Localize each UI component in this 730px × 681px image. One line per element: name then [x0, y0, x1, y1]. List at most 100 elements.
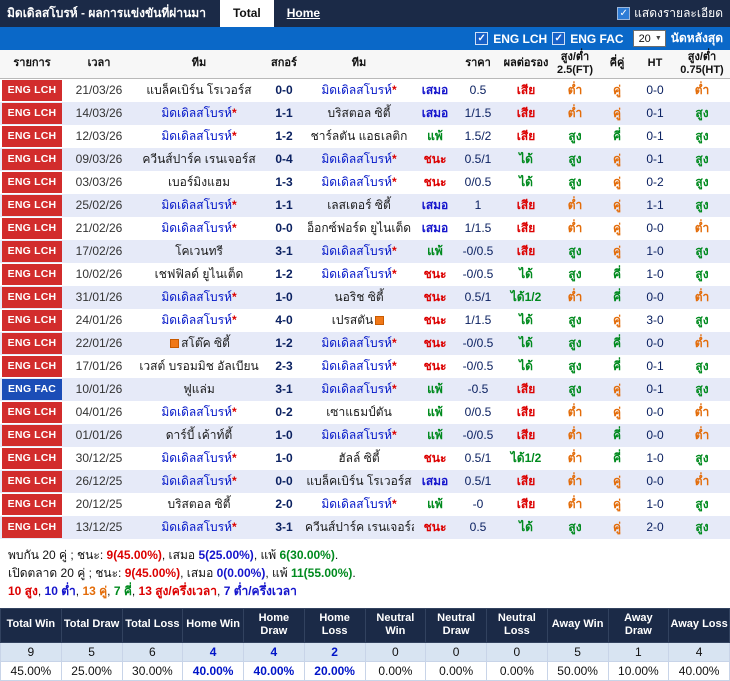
summary-part: 9(45.00%): [125, 566, 180, 580]
stats-column-header: Neutral Loss: [487, 608, 548, 643]
column-header: ผลต่อรอง: [500, 50, 552, 78]
team-name: มิดเดิลสโบรห์: [321, 175, 392, 189]
stats-percent: 20.00%: [304, 662, 365, 681]
table-row: ENG LCH20/12/25บริสตอล ซิตี้2-0มิดเดิลสโ…: [0, 493, 730, 516]
filter-eng-lch-label[interactable]: ENG LCH: [493, 32, 547, 46]
odds: -0/0.5: [456, 355, 500, 378]
score: 1-2: [264, 332, 304, 355]
ht-score: 0-1: [636, 102, 674, 125]
team-name: มิดเดิลสโบรห์: [161, 198, 232, 212]
table-row: ENG LCH17/02/26โคเวนทรี3-1มิดเดิลสโบรห์*…: [0, 240, 730, 263]
score: 1-0: [264, 286, 304, 309]
match-date: 21/02/26: [64, 217, 134, 240]
league-cell: ENG LCH: [0, 447, 64, 470]
team-name: ฮัลล์ ซิตี้: [338, 451, 379, 465]
score: 4-0: [264, 309, 304, 332]
over-under-ft: สูง: [552, 263, 598, 286]
team-name: นอริช ซิตี้: [334, 290, 383, 304]
team-name: มิดเดิลสโบรห์: [321, 152, 392, 166]
home-team: ควีนส์ปาร์ค เรนเจอร์ส: [134, 148, 264, 171]
odd-even: คี่: [598, 332, 636, 355]
checkbox-eng-fac-icon[interactable]: ✓: [552, 32, 565, 45]
league-cell: ENG LCH: [0, 470, 64, 493]
over-under-ft: ต่ำ: [552, 447, 598, 470]
ht-score: 1-0: [636, 493, 674, 516]
odd-even: คู่: [598, 240, 636, 263]
tab-total[interactable]: Total: [220, 0, 274, 27]
home-team: มิดเดิลสโบรห์*: [134, 194, 264, 217]
team-name: ชาร์ลตัน แอธเลติก: [311, 129, 408, 143]
show-details-label[interactable]: แสดงรายละเอียด: [634, 4, 723, 23]
over-under-ht: สูง: [674, 148, 730, 171]
score: 1-2: [264, 263, 304, 286]
league-badge: ENG LCH: [2, 333, 62, 354]
stats-column-header: Home Draw: [244, 608, 305, 643]
handicap-result: ได้: [500, 263, 552, 286]
stats-values-row: 956442000514: [1, 643, 730, 662]
match-date: 10/02/26: [64, 263, 134, 286]
show-details-toggle[interactable]: ✓ แสดงรายละเอียด: [617, 4, 730, 23]
summary-part: ,: [107, 584, 114, 598]
checkbox-eng-lch-icon[interactable]: ✓: [475, 32, 488, 45]
odd-even: คู่: [598, 102, 636, 125]
summary-part: พบกัน 20 คู่ ; ชนะ:: [8, 548, 107, 562]
handicap-result: ได้: [500, 355, 552, 378]
league-cell: ENG LCH: [0, 355, 64, 378]
away-team: ฮัลล์ ซิตี้: [304, 447, 414, 470]
match-result: แพ้: [414, 125, 456, 148]
away-team: ควีนส์ปาร์ค เรนเจอร์ส: [304, 516, 414, 539]
stats-percent: 40.00%: [244, 662, 305, 681]
over-under-ft: สูง: [552, 355, 598, 378]
handicap-result: ได้1/2: [500, 286, 552, 309]
over-under-ft: ต่ำ: [552, 424, 598, 447]
focus-team-star: *: [232, 198, 237, 212]
team-name: แบล็คเบิร์น โรเวอร์ส: [306, 474, 411, 488]
away-team: มิดเดิลสโบรห์*: [304, 148, 414, 171]
results-table-header-row: รายการเวลาทีมสกอร์ทีมราคาผลต่อรองสูง/ต่ำ…: [0, 50, 730, 78]
away-team: ชาร์ลตัน แอธเลติก: [304, 125, 414, 148]
summary-part: ,: [38, 584, 45, 598]
over-under-ht: สูง: [674, 309, 730, 332]
handicap-result: ได้: [500, 332, 552, 355]
focus-team-star: *: [392, 267, 397, 281]
checkbox-show-details-icon[interactable]: ✓: [617, 7, 630, 20]
table-row: ENG LCH17/01/26เวสต์ บรอมมิช อัลเบียน2-3…: [0, 355, 730, 378]
matches-count-label: นัดหลังสุด: [671, 29, 723, 48]
home-team: เบอร์มิงแฮม: [134, 171, 264, 194]
stats-value: 5: [547, 643, 608, 662]
over-under-ft: สูง: [552, 332, 598, 355]
focus-team-star: *: [232, 405, 237, 419]
league-badge: ENG LCH: [2, 310, 62, 331]
away-team: มิดเดิลสโบรห์*: [304, 171, 414, 194]
team-name: มิดเดิลสโบรห์: [321, 497, 392, 511]
team-name: มิดเดิลสโบรห์: [321, 244, 392, 258]
home-team: มิดเดิลสโบรห์*: [134, 470, 264, 493]
odd-even: คู่: [598, 401, 636, 424]
over-under-ht: สูง: [674, 171, 730, 194]
team-name: ฟูแล่ม: [183, 382, 215, 396]
summary-part: ,: [132, 584, 139, 598]
away-team: นอริช ซิตี้: [304, 286, 414, 309]
score: 2-3: [264, 355, 304, 378]
matches-count-select[interactable]: 20 ▼: [633, 30, 666, 47]
filter-eng-fac-label[interactable]: ENG FAC: [570, 32, 623, 46]
league-cell: ENG LCH: [0, 171, 64, 194]
team-name: ควีนส์ปาร์ค เรนเจอร์ส: [142, 152, 255, 166]
table-row: ENG LCH21/03/26แบล็คเบิร์น โรเวอร์ส0-0มิ…: [0, 78, 730, 102]
match-date: 01/01/26: [64, 424, 134, 447]
league-cell: ENG LCH: [0, 148, 64, 171]
table-row: ENG LCH21/02/26มิดเดิลสโบรห์*0-0อ็อกซ์ฟอ…: [0, 217, 730, 240]
tab-home[interactable]: Home: [274, 0, 333, 27]
column-header: ราคา: [456, 50, 500, 78]
stats-percent: 30.00%: [122, 662, 183, 681]
score: 0-4: [264, 148, 304, 171]
ht-score: 1-0: [636, 240, 674, 263]
league-cell: ENG LCH: [0, 309, 64, 332]
match-date: 17/02/26: [64, 240, 134, 263]
focus-team-star: *: [232, 290, 237, 304]
summary-part: ,: [217, 584, 224, 598]
score: 1-3: [264, 171, 304, 194]
match-date: 20/12/25: [64, 493, 134, 516]
league-badge: ENG LCH: [2, 195, 62, 216]
odd-even: คู่: [598, 516, 636, 539]
